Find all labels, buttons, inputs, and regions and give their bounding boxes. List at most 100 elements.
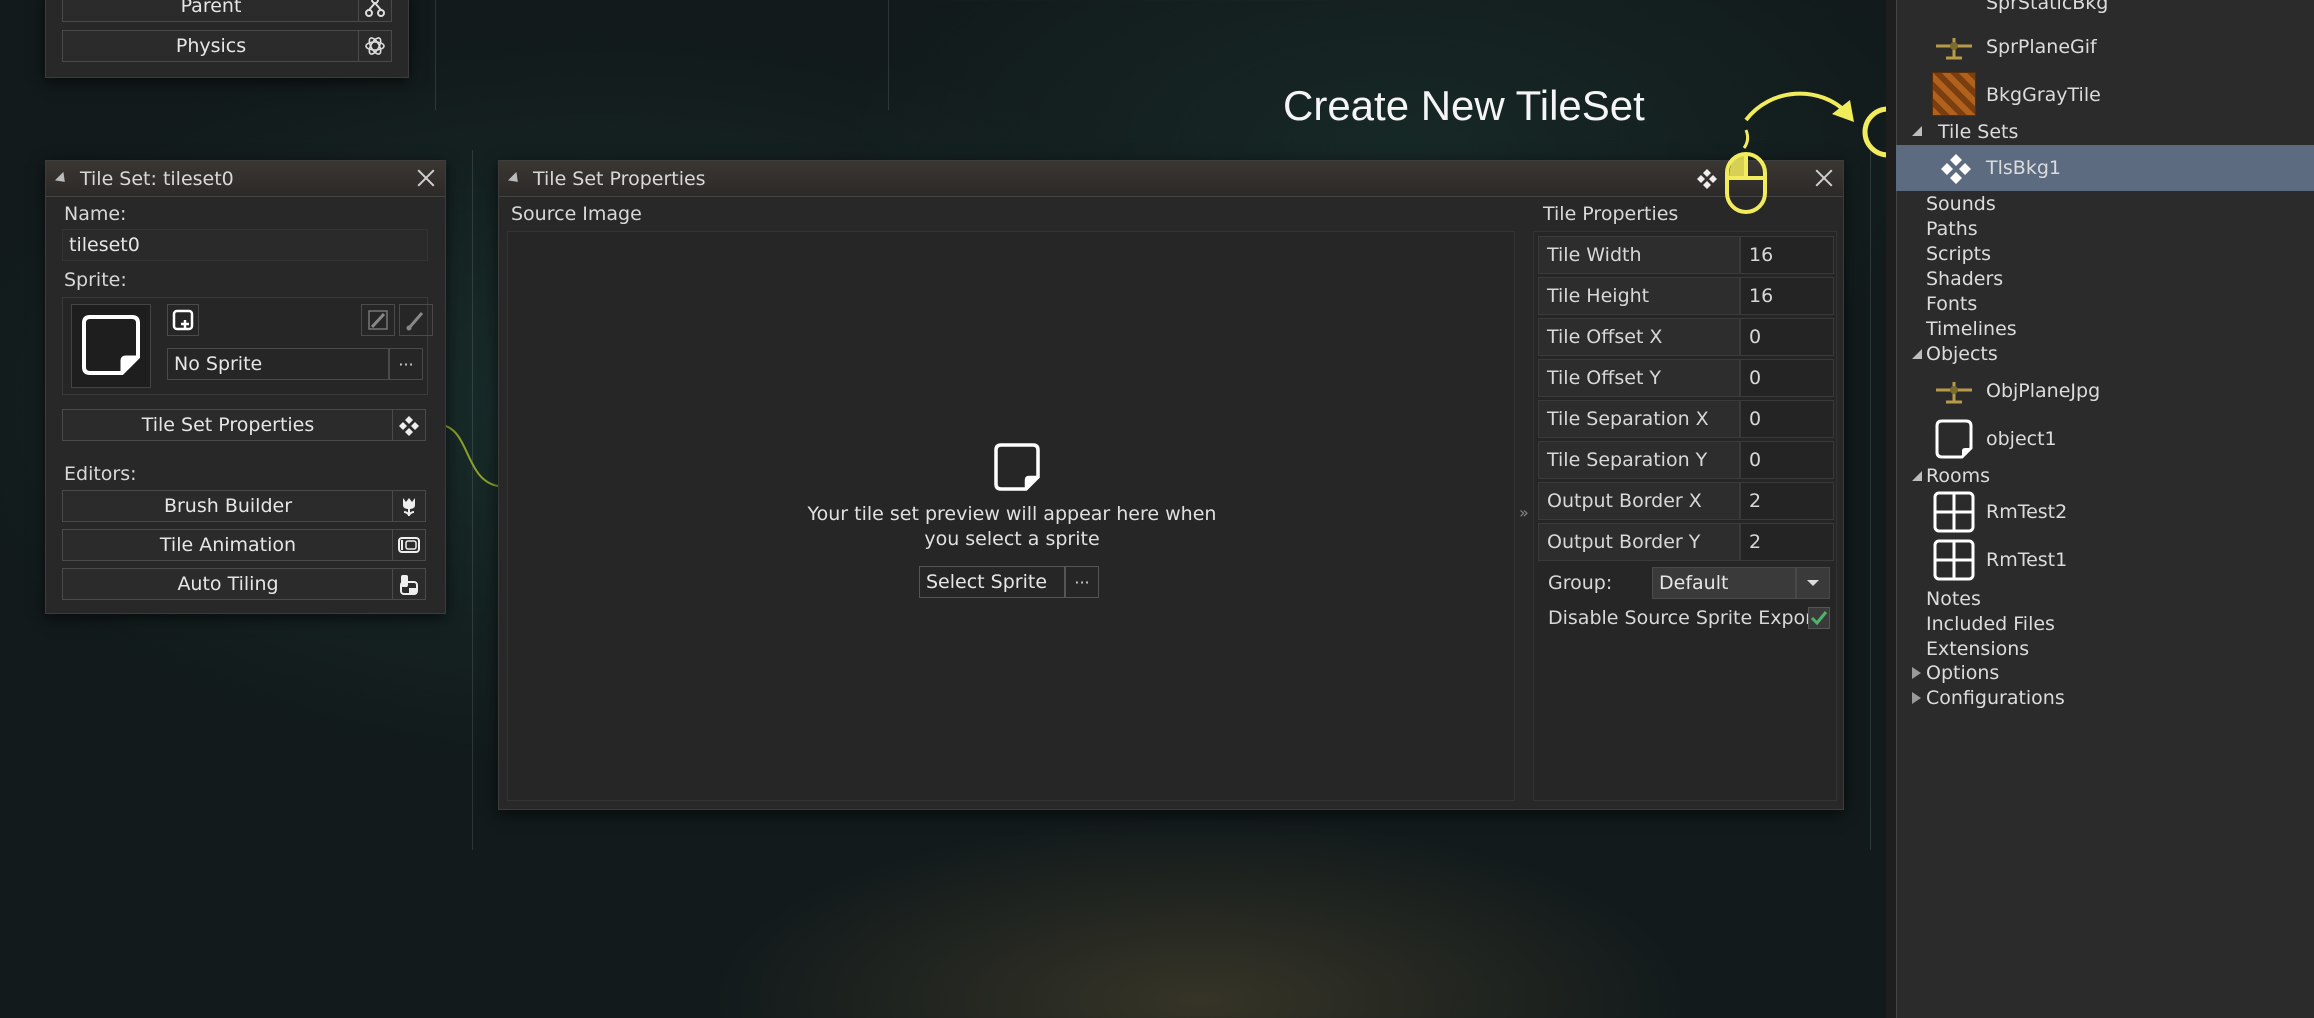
collapse-triangle-icon[interactable] xyxy=(54,171,70,186)
tree-folder-options[interactable]: Options xyxy=(1926,662,1999,684)
properties-window-header[interactable]: Tile Set Properties xyxy=(499,161,1843,197)
prop-row-tile-width: Tile Width 16 xyxy=(1538,236,1834,274)
collapsed-arrow-icon[interactable] xyxy=(1912,249,1921,261)
parent-button[interactable]: Parent xyxy=(62,0,360,22)
sprite-select-field[interactable]: No Sprite xyxy=(167,348,389,380)
group-label: Group: xyxy=(1548,572,1613,594)
collapsed-arrow-icon[interactable] xyxy=(1912,199,1921,211)
tree-folder-timelines[interactable]: Timelines xyxy=(1926,318,2017,340)
output-border-x-input[interactable]: 2 xyxy=(1740,482,1834,520)
tileset-panel-header[interactable]: Tile Set: tileset0 xyxy=(46,161,445,197)
auto-tiling-button[interactable]: Auto Tiling xyxy=(62,568,394,600)
group-select[interactable]: Default xyxy=(1652,567,1796,599)
brush-builder-button[interactable]: Brush Builder xyxy=(62,490,394,522)
collapsed-arrow-icon[interactable] xyxy=(1912,692,1921,704)
hierarchy-icon xyxy=(365,0,385,17)
tree-item-bkggraytile[interactable]: BkgGrayTile xyxy=(1986,84,2101,106)
prop-row-tile-separation-y: Tile Separation Y0 xyxy=(1538,441,1834,479)
auto-tiling-label: Auto Tiling xyxy=(177,573,279,595)
prop-row-tile-height: Tile Height 16 xyxy=(1538,277,1834,315)
tile-separation-x-input[interactable]: 0 xyxy=(1740,400,1834,438)
tree-label: Sounds xyxy=(1926,193,1996,215)
collapsed-arrow-icon[interactable] xyxy=(1912,274,1921,286)
checkmark-icon xyxy=(1810,611,1828,626)
tree-item-rmtest2[interactable]: RmTest2 xyxy=(1986,501,2067,523)
auto-tiling-icon-button[interactable] xyxy=(392,568,426,600)
tree-folder-fonts[interactable]: Fonts xyxy=(1926,293,1977,315)
disable-export-checkbox[interactable] xyxy=(1808,607,1830,629)
tile-offset-y-input[interactable]: 0 xyxy=(1740,359,1834,397)
tree-item-sprstaticbkg[interactable]: SprStaticBkg xyxy=(1986,0,2108,14)
tree-label: Fonts xyxy=(1926,293,1978,315)
object-top-panel: Parent Physics xyxy=(45,0,409,78)
name-field[interactable]: tileset0 xyxy=(62,229,428,261)
close-icon[interactable] xyxy=(415,167,437,189)
collapse-triangle-icon[interactable] xyxy=(507,171,523,186)
tree-folder-tile-sets[interactable]: Tile Sets xyxy=(1938,121,2018,143)
select-sprite-more-button[interactable]: ··· xyxy=(1065,566,1099,598)
edit-sprite-button[interactable] xyxy=(361,304,395,336)
tile-animation-button[interactable]: Tile Animation xyxy=(62,529,394,561)
new-sprite-button[interactable] xyxy=(167,304,199,336)
expanded-arrow-icon[interactable] xyxy=(1912,349,1922,359)
expanded-arrow-icon[interactable] xyxy=(1912,126,1922,136)
tree-label: Timelines xyxy=(1926,318,2017,340)
collapsed-arrow-icon[interactable] xyxy=(1912,299,1921,311)
physics-icon-button[interactable] xyxy=(358,30,392,62)
tree-folder-included-files[interactable]: Included Files xyxy=(1926,613,2055,635)
tree-folder-scripts[interactable]: Scripts xyxy=(1926,243,1991,265)
sprite-thumbnail[interactable] xyxy=(71,304,151,388)
tile-width-input[interactable]: 16 xyxy=(1740,236,1834,274)
tree-item-rmtest1[interactable]: RmTest1 xyxy=(1986,549,2067,571)
tree-folder-extensions[interactable]: Extensions xyxy=(1926,638,2029,660)
collapsed-arrow-icon[interactable] xyxy=(1912,594,1921,606)
collapsed-arrow-icon[interactable] xyxy=(1912,667,1921,679)
collapsed-arrow-icon[interactable] xyxy=(1912,224,1921,236)
tree-folder-notes[interactable]: Notes xyxy=(1926,588,1981,610)
tree-label: Options xyxy=(1926,662,2000,684)
collapsed-arrow-icon[interactable] xyxy=(1912,324,1921,336)
sprite-value: No Sprite xyxy=(174,353,263,375)
tileset-properties-icon-button[interactable] xyxy=(392,409,426,441)
tree-label: Configurations xyxy=(1926,687,2065,709)
brush-button[interactable] xyxy=(399,304,433,336)
tree-folder-configurations[interactable]: Configurations xyxy=(1926,687,2065,709)
tree-folder-paths[interactable]: Paths xyxy=(1926,218,1978,240)
tree-folder-objects[interactable]: Objects xyxy=(1926,343,1998,365)
tree-folder-rooms[interactable]: Rooms xyxy=(1926,465,1990,487)
tree-folder-sounds[interactable]: Sounds xyxy=(1926,193,1996,215)
tile-animation-icon-button[interactable] xyxy=(392,529,426,561)
more-icon: ··· xyxy=(1074,572,1090,592)
tree-item-object1[interactable]: object1 xyxy=(1986,428,2057,450)
tile-offset-x-input[interactable]: 0 xyxy=(1740,318,1834,356)
name-label: Name: xyxy=(64,203,127,225)
prop-name: Tile Separation X xyxy=(1538,400,1740,438)
tree-label: Objects xyxy=(1926,343,1998,365)
tree-folder-shaders[interactable]: Shaders xyxy=(1926,268,2003,290)
parent-icon-button[interactable] xyxy=(358,0,392,22)
tileset-properties-button[interactable]: Tile Set Properties xyxy=(62,409,394,441)
tile-separation-y-input[interactable]: 0 xyxy=(1740,441,1834,479)
output-border-y-input[interactable]: 2 xyxy=(1740,523,1834,561)
tileset-panel: Tile Set: tileset0 Name: tileset0 Sprite… xyxy=(45,160,446,614)
tree-label: object1 xyxy=(1986,428,2057,450)
expanded-arrow-icon[interactable] xyxy=(1912,471,1922,481)
resource-tree: SprStaticBkg SprPlaneGif BkgGrayTile Til… xyxy=(1886,0,2314,1018)
tree-item-objplanejpg[interactable]: ObjPlaneJpg xyxy=(1986,380,2100,402)
tree-item-tlsbkg1[interactable]: TlsBkg1 xyxy=(1986,157,2061,179)
tree-item-sprplanegif[interactable]: SprPlaneGif xyxy=(1986,36,2097,58)
physics-button[interactable]: Physics xyxy=(62,30,360,62)
collapse-panel-icon[interactable]: » xyxy=(1519,503,1529,522)
tree-label: RmTest2 xyxy=(1986,501,2068,523)
collapsed-arrow-icon[interactable] xyxy=(1912,644,1921,656)
empty-sprite-icon xyxy=(82,315,140,375)
group-dropdown-button[interactable] xyxy=(1796,567,1830,599)
sprite-more-button[interactable]: ··· xyxy=(389,348,423,380)
prop-name: Output Border X xyxy=(1538,482,1740,520)
tile-height-input[interactable]: 16 xyxy=(1740,277,1834,315)
group-value: Default xyxy=(1659,572,1729,594)
preview-text-line2: you select a sprite xyxy=(924,528,1100,550)
brush-builder-icon-button[interactable] xyxy=(392,490,426,522)
collapsed-arrow-icon[interactable] xyxy=(1912,619,1921,631)
select-sprite-field[interactable]: Select Sprite xyxy=(919,566,1065,598)
